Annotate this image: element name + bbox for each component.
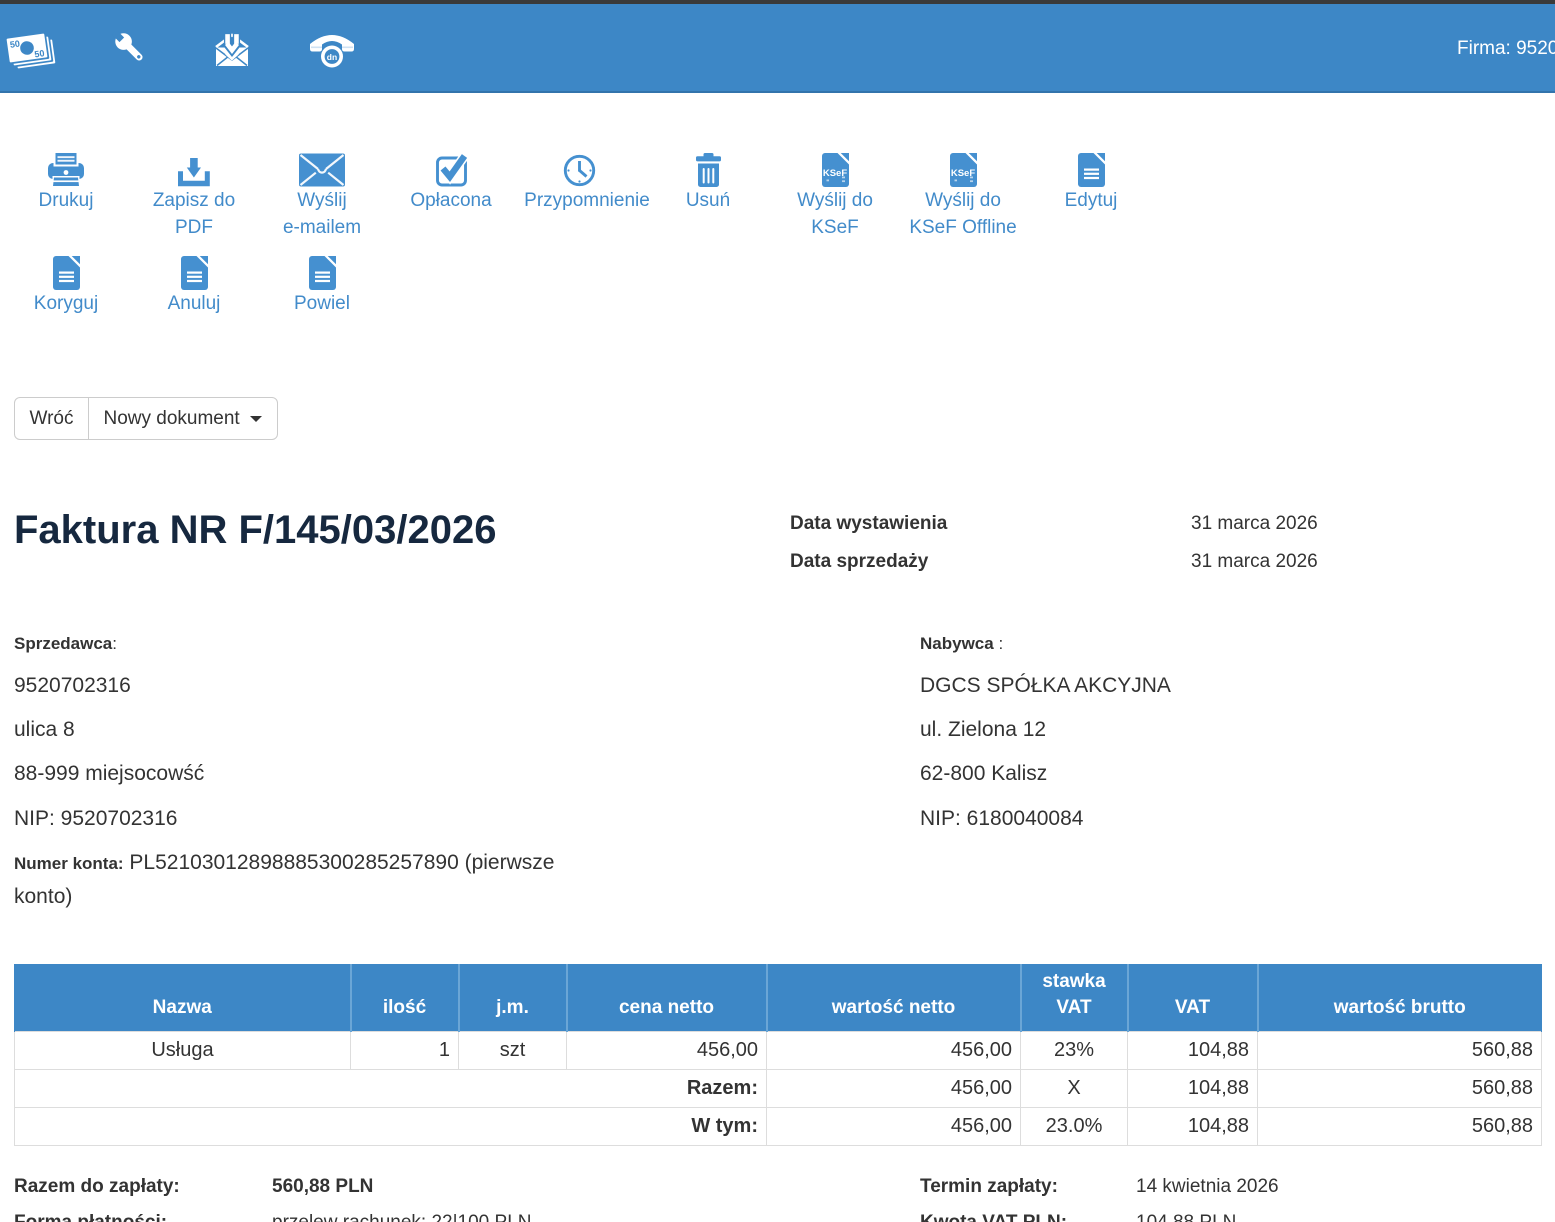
svg-text:50: 50 bbox=[9, 39, 20, 50]
svg-text:50: 50 bbox=[34, 48, 45, 59]
svg-text:dn: dn bbox=[327, 52, 337, 62]
